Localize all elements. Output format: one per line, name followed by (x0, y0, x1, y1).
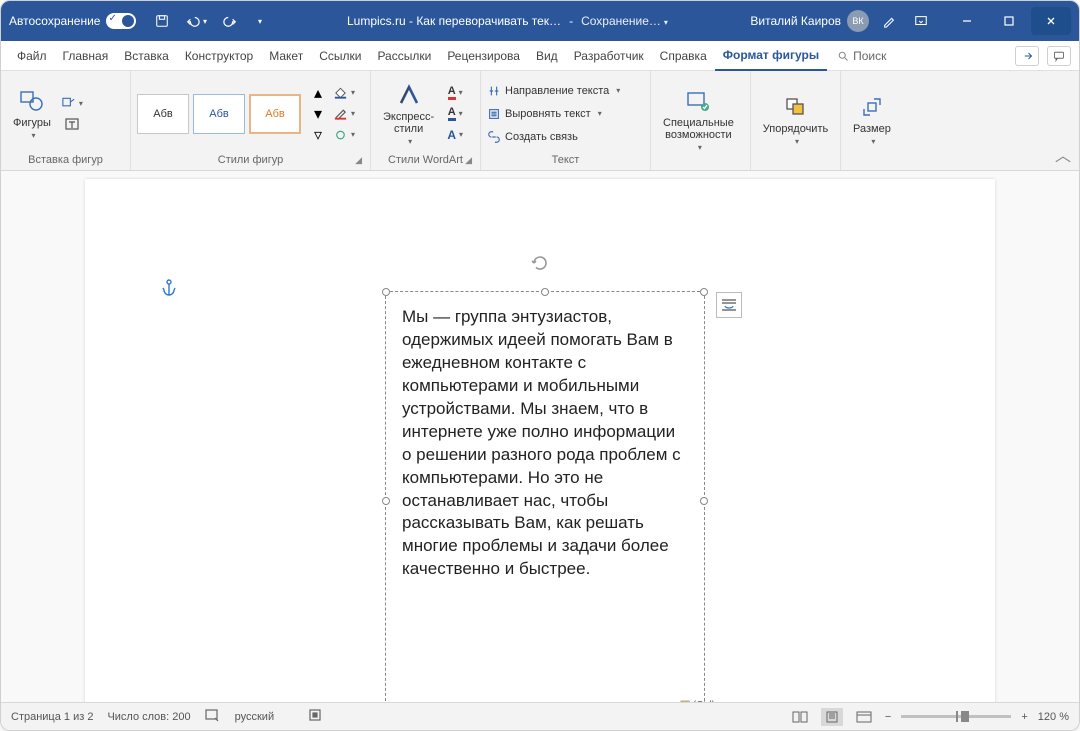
textbox-content: Мы — группа энтузиастов, одержимых идеей… (402, 307, 681, 578)
saving-status[interactable]: Сохранение… (581, 14, 668, 28)
resize-handle[interactable] (541, 288, 549, 296)
comments-button[interactable] (1047, 46, 1071, 66)
ribbon: Фигуры Вставка фигур Абв Абв Абв ▴ ▾ ▿ (1, 71, 1079, 171)
accessibility-button[interactable]: Специальныевозможности (657, 85, 740, 154)
resize-handle[interactable] (382, 288, 390, 296)
tab-review[interactable]: Рецензирова (439, 41, 528, 71)
qat-customize-icon[interactable] (252, 9, 264, 33)
gallery-up-icon[interactable]: ▴ (307, 84, 329, 102)
zoom-slider[interactable] (901, 715, 1011, 718)
collapse-ribbon-icon[interactable]: ︿ (1055, 142, 1071, 166)
share-button[interactable] (1015, 46, 1039, 66)
autosave-label: Автосохранение (9, 14, 100, 28)
undo-icon[interactable] (184, 9, 208, 33)
maximize-button[interactable] (989, 7, 1029, 35)
text-box[interactable]: Мы — группа энтузиастов, одержимых идеей… (385, 291, 705, 702)
text-outline-icon[interactable]: A (444, 105, 466, 123)
tab-layout[interactable]: Макет (261, 41, 311, 71)
zoom-level[interactable]: 120 % (1038, 711, 1069, 723)
status-bar: Страница 1 из 2 Число слов: 200 русский … (1, 702, 1079, 730)
anchor-icon[interactable] (161, 279, 177, 302)
language-status[interactable]: русский (235, 711, 274, 723)
quick-access-toolbar (150, 9, 264, 33)
group-label-wordart: Стили WordArt◢ (377, 152, 474, 168)
text-effects-icon[interactable]: A (444, 126, 466, 144)
wordart-styles-button[interactable]: Экспресс-стили (377, 79, 440, 148)
tab-developer[interactable]: Разработчик (566, 41, 652, 71)
shapes-button[interactable]: Фигуры (7, 85, 57, 142)
tab-file[interactable]: Файл (9, 41, 55, 71)
group-label-styles: Стили фигур◢ (137, 152, 364, 168)
style-preset-3[interactable]: Абв (249, 94, 301, 134)
page: Мы — группа энтузиастов, одержимых идеей… (85, 179, 995, 702)
tab-help[interactable]: Справка (652, 41, 715, 71)
dialog-launcher-icon[interactable]: ◢ (355, 155, 362, 166)
tab-view[interactable]: Вид (528, 41, 566, 71)
ribbon-display-icon[interactable] (909, 9, 933, 33)
resize-handle[interactable] (700, 288, 708, 296)
group-label-accessibility (657, 164, 744, 168)
zoom-out-button[interactable]: − (885, 711, 891, 723)
dialog-launcher-icon[interactable]: ◢ (465, 155, 472, 166)
size-button[interactable]: Размер (847, 91, 897, 148)
create-link-button[interactable]: Создать связь (487, 126, 620, 148)
group-label-arrange (757, 164, 834, 168)
shape-outline-icon[interactable] (333, 105, 355, 123)
tab-references[interactable]: Ссылки (311, 41, 369, 71)
gallery-more-icon[interactable]: ▿ (307, 126, 329, 144)
style-preset-1[interactable]: Абв (137, 94, 189, 134)
document-title: Lumpics.ru - Как переворачивать тек… - С… (272, 14, 742, 28)
web-layout-icon[interactable] (853, 708, 875, 726)
search-box[interactable]: Поиск (837, 49, 886, 63)
text-fill-icon[interactable]: A (444, 84, 466, 102)
print-layout-icon[interactable] (821, 708, 843, 726)
page-count[interactable]: Страница 1 из 2 (11, 711, 93, 723)
shape-fill-icon[interactable] (333, 84, 355, 102)
textbox-icon[interactable] (61, 115, 83, 133)
redo-icon[interactable] (218, 9, 242, 33)
tab-insert[interactable]: Вставка (116, 41, 177, 71)
draw-icon[interactable] (877, 9, 901, 33)
tab-design[interactable]: Конструктор (177, 41, 261, 71)
document-canvas[interactable]: Мы — группа энтузиастов, одержимых идеей… (1, 171, 1079, 702)
shape-effects-icon[interactable] (333, 126, 355, 144)
group-label-text: Текст (487, 152, 644, 168)
titlebar: Автосохранение Lumpics.ru - Как перевора… (1, 1, 1079, 41)
word-count[interactable]: Число слов: 200 (107, 711, 190, 723)
app-window: Автосохранение Lumpics.ru - Как перевора… (0, 0, 1080, 731)
resize-handle[interactable] (382, 497, 390, 505)
user-name: Виталий Каиров (750, 14, 841, 28)
macro-icon[interactable] (308, 708, 322, 725)
align-text-button[interactable]: Выровнять текст (487, 103, 620, 125)
edit-shape-icon[interactable] (61, 94, 83, 112)
arrange-button[interactable]: Упорядочить (757, 91, 834, 148)
ribbon-tabs: Файл Главная Вставка Конструктор Макет С… (1, 41, 1079, 71)
save-icon[interactable] (150, 9, 174, 33)
spellcheck-icon[interactable] (205, 708, 221, 725)
rotate-handle-icon[interactable] (530, 253, 550, 278)
close-button[interactable] (1031, 7, 1071, 35)
group-label-size (847, 164, 905, 168)
layout-options-icon[interactable] (716, 292, 742, 318)
tab-shape-format[interactable]: Формат фигуры (715, 41, 827, 71)
style-preset-2[interactable]: Абв (193, 94, 245, 134)
avatar: ВК (847, 10, 869, 32)
read-mode-icon[interactable] (789, 708, 811, 726)
group-label-insert: Вставка фигур (7, 152, 124, 168)
gallery-down-icon[interactable]: ▾ (307, 105, 329, 123)
user-account[interactable]: Виталий Каиров ВК (750, 10, 869, 32)
text-direction-button[interactable]: Направление текста (487, 80, 620, 102)
resize-handle[interactable] (700, 497, 708, 505)
autosave-toggle[interactable]: Автосохранение (9, 13, 136, 29)
tab-home[interactable]: Главная (55, 41, 117, 71)
minimize-button[interactable] (947, 7, 987, 35)
zoom-in-button[interactable]: + (1021, 711, 1027, 723)
tab-mailings[interactable]: Рассылки (369, 41, 439, 71)
